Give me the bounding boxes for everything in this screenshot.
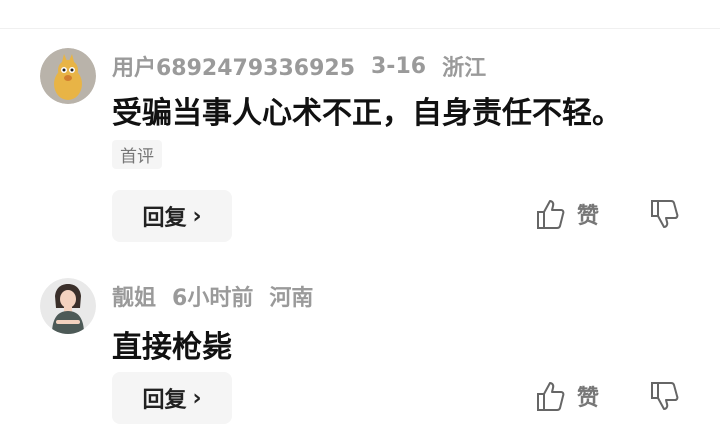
thumb-down-icon[interactable] [649,198,679,230]
like-label[interactable]: 赞 [577,198,637,230]
thumb-up-icon[interactable] [535,380,565,412]
comment-time: 6小时前 [172,286,254,311]
chevron-right-icon: › [192,203,202,229]
comment-location: 河南 [269,286,314,311]
comment-meta: 靓姐 6小时前 河南 [112,280,314,312]
avatar[interactable] [40,48,96,104]
chevron-right-icon: › [192,385,202,411]
first-comment-badge: 首评 [112,140,162,169]
reply-button[interactable]: 回复 › [112,190,232,242]
thumb-up-icon[interactable] [535,198,565,230]
username[interactable]: 用户6892479336925 [112,50,355,82]
reply-label: 回复 [142,206,187,231]
comment-time: 3-16 [371,53,427,79]
comment-text: 直接枪毙 [112,330,232,365]
comment-meta: 用户6892479336925 3-16 浙江 [112,50,487,82]
comment-location: 浙江 [442,56,487,81]
thumb-down-icon[interactable] [649,380,679,412]
comment-text: 受骗当事人心术不正，自身责任不轻。 [112,96,622,131]
reply-label: 回复 [142,388,187,413]
avatar[interactable] [40,278,96,334]
comment-actions: 赞 [535,198,679,230]
like-label[interactable]: 赞 [577,380,637,412]
divider [0,28,720,29]
username[interactable]: 靓姐 [112,280,156,312]
comment-actions: 赞 [535,380,679,412]
reply-button[interactable]: 回复 › [112,372,232,424]
